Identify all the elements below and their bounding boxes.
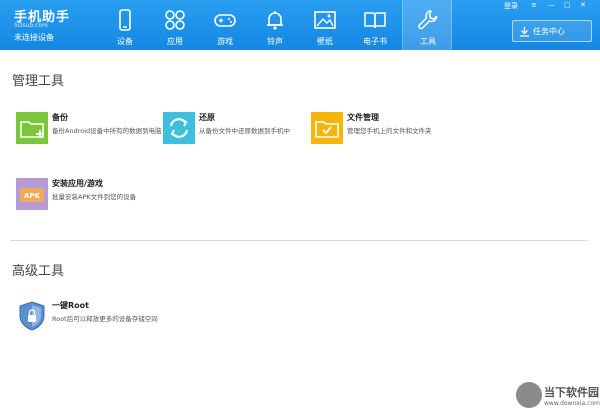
tool-name: 一键Root [52,301,89,310]
tool-description: Root后可以释放更多的设备存储空间 [52,315,158,323]
apps-icon [165,10,185,30]
tool-name: 文件管理 [347,113,379,122]
task-center-button[interactable]: 任务中心 [512,20,592,42]
section-divider [10,240,588,241]
maximize-icon[interactable]: ▢ [564,1,571,9]
apk-icon: APK [16,178,48,210]
folder-check-icon [311,112,343,144]
backup-tool[interactable]: 备份 备份Android设备中所有的数据到电脑 [16,112,162,152]
tool-description: 备份Android设备中所有的数据到电脑 [52,127,162,135]
download-icon [520,27,529,37]
svg-text:APK: APK [24,192,41,200]
tab-label: 铃声 [267,37,283,46]
section-title-management: 管理工具 [12,74,65,89]
restore-tool[interactable]: 还原 从备份文件中还原数据到手机中 [163,112,308,152]
tab-label: 设备 [117,37,133,46]
window-controls: 登录 ≡ — ▢ ✕ [504,1,594,13]
backup-folder-icon [16,112,48,144]
file-manager-tool[interactable]: 文件管理 管理您手机上的文件和文件夹 [311,112,461,152]
tool-name: 安装应用/游戏 [52,179,103,188]
task-center-label: 任务中心 [533,27,565,36]
wrench-icon [418,10,438,30]
watermark-logo-icon [516,382,542,408]
minimize-icon[interactable]: — [548,1,555,9]
login-link[interactable]: 登录 [504,1,518,11]
one-click-root-tool[interactable]: 一键Root Root后可以释放更多的设备存储空间 [16,300,166,344]
tab-label: 游戏 [217,37,233,46]
tab-tools[interactable]: 工具 [402,0,452,50]
tab-label: 工具 [420,37,436,46]
section-title-advanced: 高级工具 [12,264,65,279]
book-icon [364,12,386,29]
tab-label: 应用 [167,37,183,46]
tab-ebooks[interactable]: 电子书 [350,0,400,50]
menu-icon[interactable]: ≡ [531,1,537,9]
tab-apps[interactable]: 应用 [150,0,200,50]
install-apps-tool[interactable]: APK 安装应用/游戏 批量安装APK文件到您的设备 [16,178,166,218]
app-logo: 手机助手 5Dsub.com 未连接设备 [12,6,102,46]
tab-label: 电子书 [363,37,387,46]
image-icon [314,11,336,29]
connection-status[interactable]: 未连接设备 [14,32,54,43]
close-icon[interactable]: ✕ [580,1,586,9]
tool-name: 还原 [199,113,215,122]
tool-description: 管理您手机上的文件和文件夹 [347,127,432,135]
gamepad-icon [214,14,236,27]
watermark-url: www.downxia.com [544,400,600,407]
tool-description: 从备份文件中还原数据到手机中 [199,127,290,135]
tab-games[interactable]: 游戏 [200,0,250,50]
shield-lock-icon [19,301,45,331]
logo-url: 5Dsub.com [14,22,48,29]
tab-wallpapers[interactable]: 壁纸 [300,0,350,50]
bell-icon [267,11,283,30]
tool-description: 批量安装APK文件到您的设备 [52,193,137,201]
phone-icon [119,9,131,31]
tab-device[interactable]: 设备 [100,0,150,50]
refresh-icon [163,112,195,144]
watermark-text: 当下软件园 [544,386,599,399]
tab-label: 壁纸 [317,37,333,46]
top-toolbar: 手机助手 5Dsub.com 未连接设备 设备 应用 游戏 铃声 壁纸 电子书 [0,0,600,50]
tab-ringtones[interactable]: 铃声 [250,0,300,50]
watermark: 当下软件园 www.downxia.com [516,382,600,420]
tool-name: 备份 [52,113,68,122]
